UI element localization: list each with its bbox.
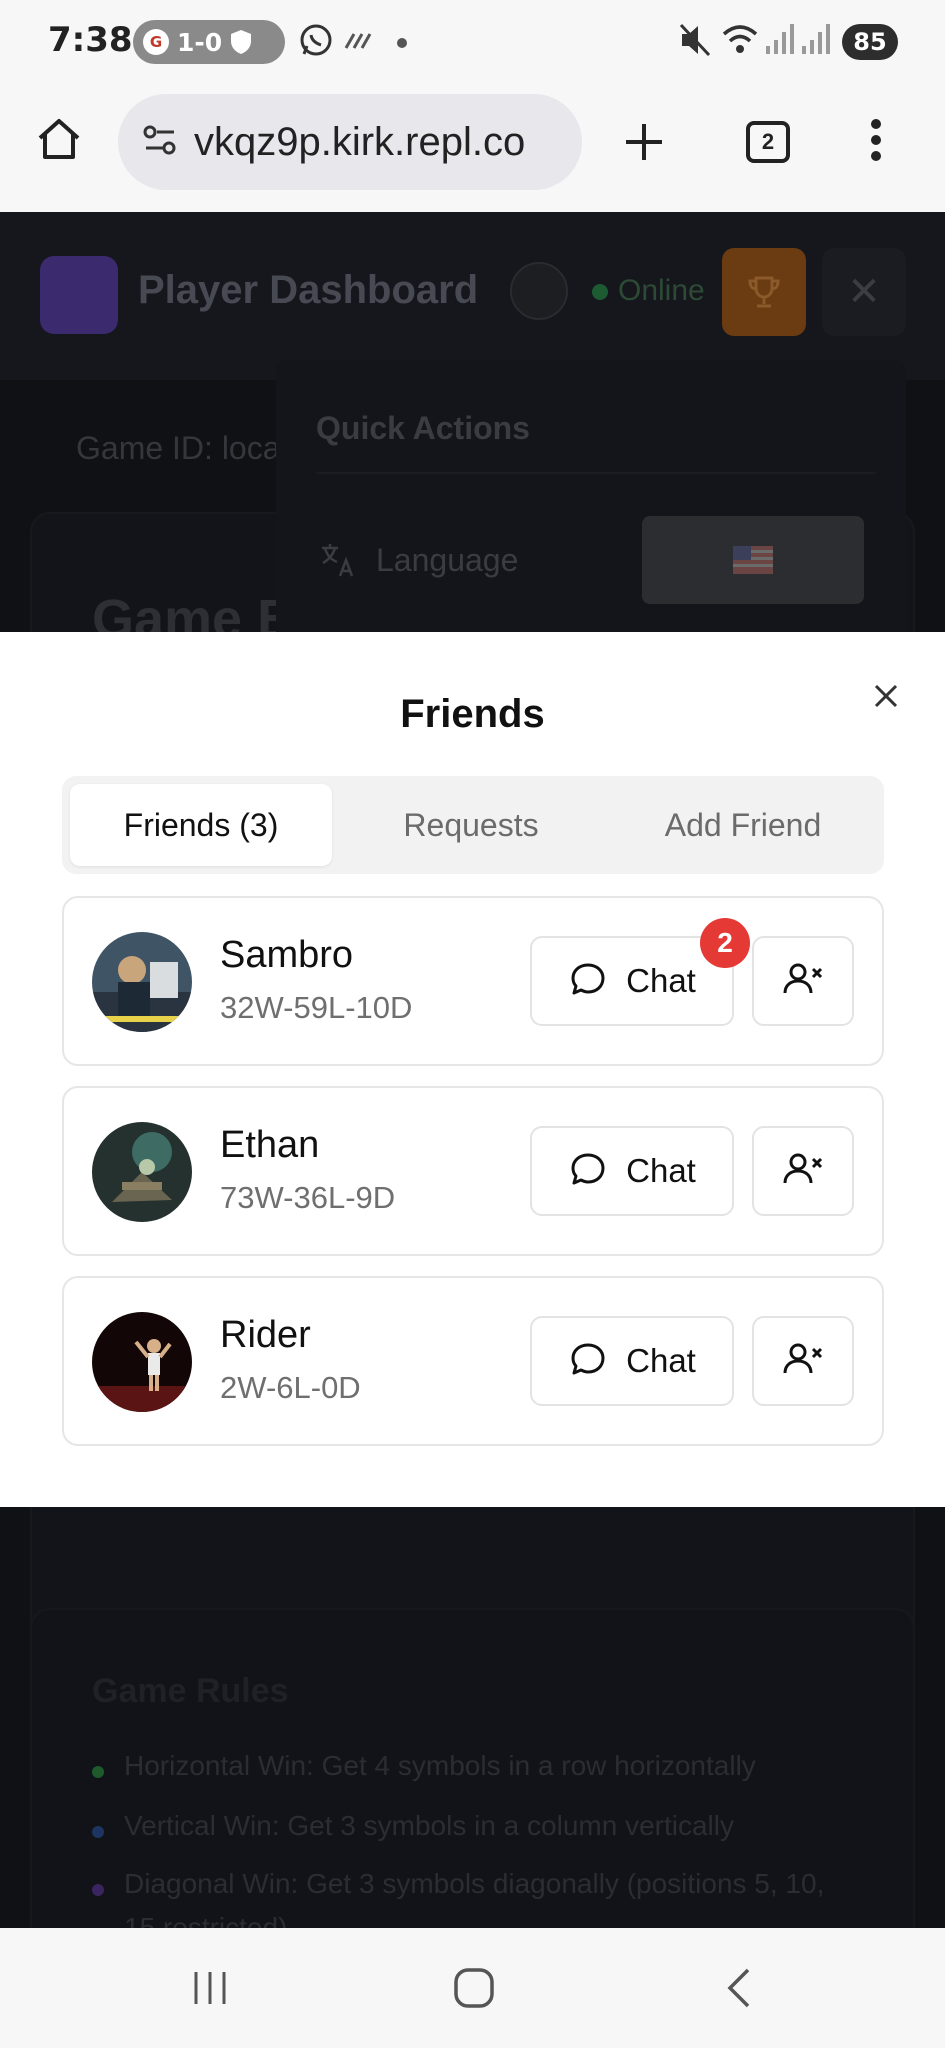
friend-row: Ethan 73W-36L-9D Chat [62,1086,884,1256]
rule-item: Vertical Win: Get 3 symbols in a column … [124,1810,734,1841]
online-indicator [592,284,608,300]
chat-button[interactable]: Chat [530,1126,734,1216]
modal-title: Friends [400,692,545,736]
tab-requests[interactable]: Requests [340,784,602,866]
language-select [642,516,864,604]
signal-icon-2 [800,22,830,61]
friend-row: Rider 2W-6L-0D Chat [62,1276,884,1446]
friends-modal: Friends Friends (3) Requests Add Friend … [0,632,945,1507]
close-icon[interactable] [864,674,908,718]
rule-item: Diagonal Win: Get 3 symbols diagonally (… [124,1868,825,1899]
system-nav-bar [0,1928,945,2048]
flag-icon [733,546,773,574]
friend-name: Ethan [220,1124,320,1166]
url-text: vkqz9p.kirk.repl.co [194,119,526,164]
friend-name: Sambro [220,934,354,976]
translate-icon [318,540,358,588]
avatar [92,1122,192,1222]
chat-label: Chat [626,962,696,999]
remove-friend-icon [781,1339,825,1384]
chat-label: Chat [626,1342,696,1379]
chat-icon [568,1339,608,1384]
rule-bullet [92,1826,104,1838]
chat-button[interactable]: Chat [530,1316,734,1406]
quick-actions-title: Quick Actions [316,410,530,446]
home-icon[interactable] [34,114,84,169]
home-nav-icon[interactable] [444,1958,504,2018]
rule-bullet [92,1766,104,1778]
rule-bullet [92,1884,104,1896]
remove-friend-icon [781,1149,825,1194]
team-logo-icon: G [143,29,169,55]
friend-record: 2W-6L-0D [220,1370,361,1405]
rule-item: Horizontal Win: Get 4 symbols in a row h… [124,1750,756,1781]
friend-name: Rider [220,1314,311,1356]
new-tab-icon[interactable] [620,118,668,171]
site-settings-icon[interactable] [140,120,180,165]
live-score-pill: G 1-0 [133,20,285,64]
whatsapp-icon [298,22,334,63]
unread-badge: 2 [700,918,750,968]
divider [316,472,876,474]
game-id-label: Game ID: loca [76,430,281,466]
battery-indicator: 85 [842,24,898,60]
remove-friend-button[interactable] [752,1316,854,1406]
browser-toolbar: vkqz9p.kirk.repl.co 2 [0,84,945,212]
chat-icon [568,959,608,1004]
online-status: Online [618,274,705,307]
wifi-icon [720,22,760,63]
remove-friend-button[interactable] [752,1126,854,1216]
friend-row: Sambro 32W-59L-10D Chat 2 [62,896,884,1066]
shield-icon [230,29,254,55]
trophy-button [722,248,806,336]
signal-lines-icon [342,28,374,57]
tab-friends[interactable]: Friends (3) [70,784,332,866]
user-avatar [510,262,568,320]
chat-icon [568,1149,608,1194]
tab-add-friend[interactable]: Add Friend [610,784,876,866]
trophy-icon [748,276,780,308]
avatar [92,932,192,1032]
rule-item: 15 restricted) [124,1912,288,1928]
gamepad-icon [40,256,118,334]
address-bar[interactable]: vkqz9p.kirk.repl.co [118,94,582,190]
status-bar: 7:38 G 1-0 85 [0,0,945,84]
notification-dot-icon [396,36,408,54]
dashboard-header: Player Dashboard Online ✕ [0,212,945,380]
page-title: Player Dashboard [138,268,479,312]
signal-icon [764,22,794,61]
remove-friend-button[interactable] [752,936,854,1026]
remove-friend-icon [781,959,825,1004]
mute-icon [678,22,712,63]
status-time: 7:38 [48,20,133,60]
language-label: Language [376,542,519,578]
friends-tabs: Friends (3) Requests Add Friend [62,776,884,874]
chat-label: Chat [626,1152,696,1189]
score-text: 1-0 [177,27,223,57]
friend-record: 32W-59L-10D [220,990,413,1025]
recents-icon[interactable] [180,1958,240,2018]
avatar [92,1312,192,1412]
rules-title: Game Rules [92,1672,289,1710]
close-dashboard-button: ✕ [822,248,906,336]
friend-record: 73W-36L-9D [220,1180,396,1215]
menu-icon[interactable] [870,116,882,169]
back-icon[interactable] [710,1958,770,2018]
tabs-icon[interactable]: 2 [746,121,790,163]
